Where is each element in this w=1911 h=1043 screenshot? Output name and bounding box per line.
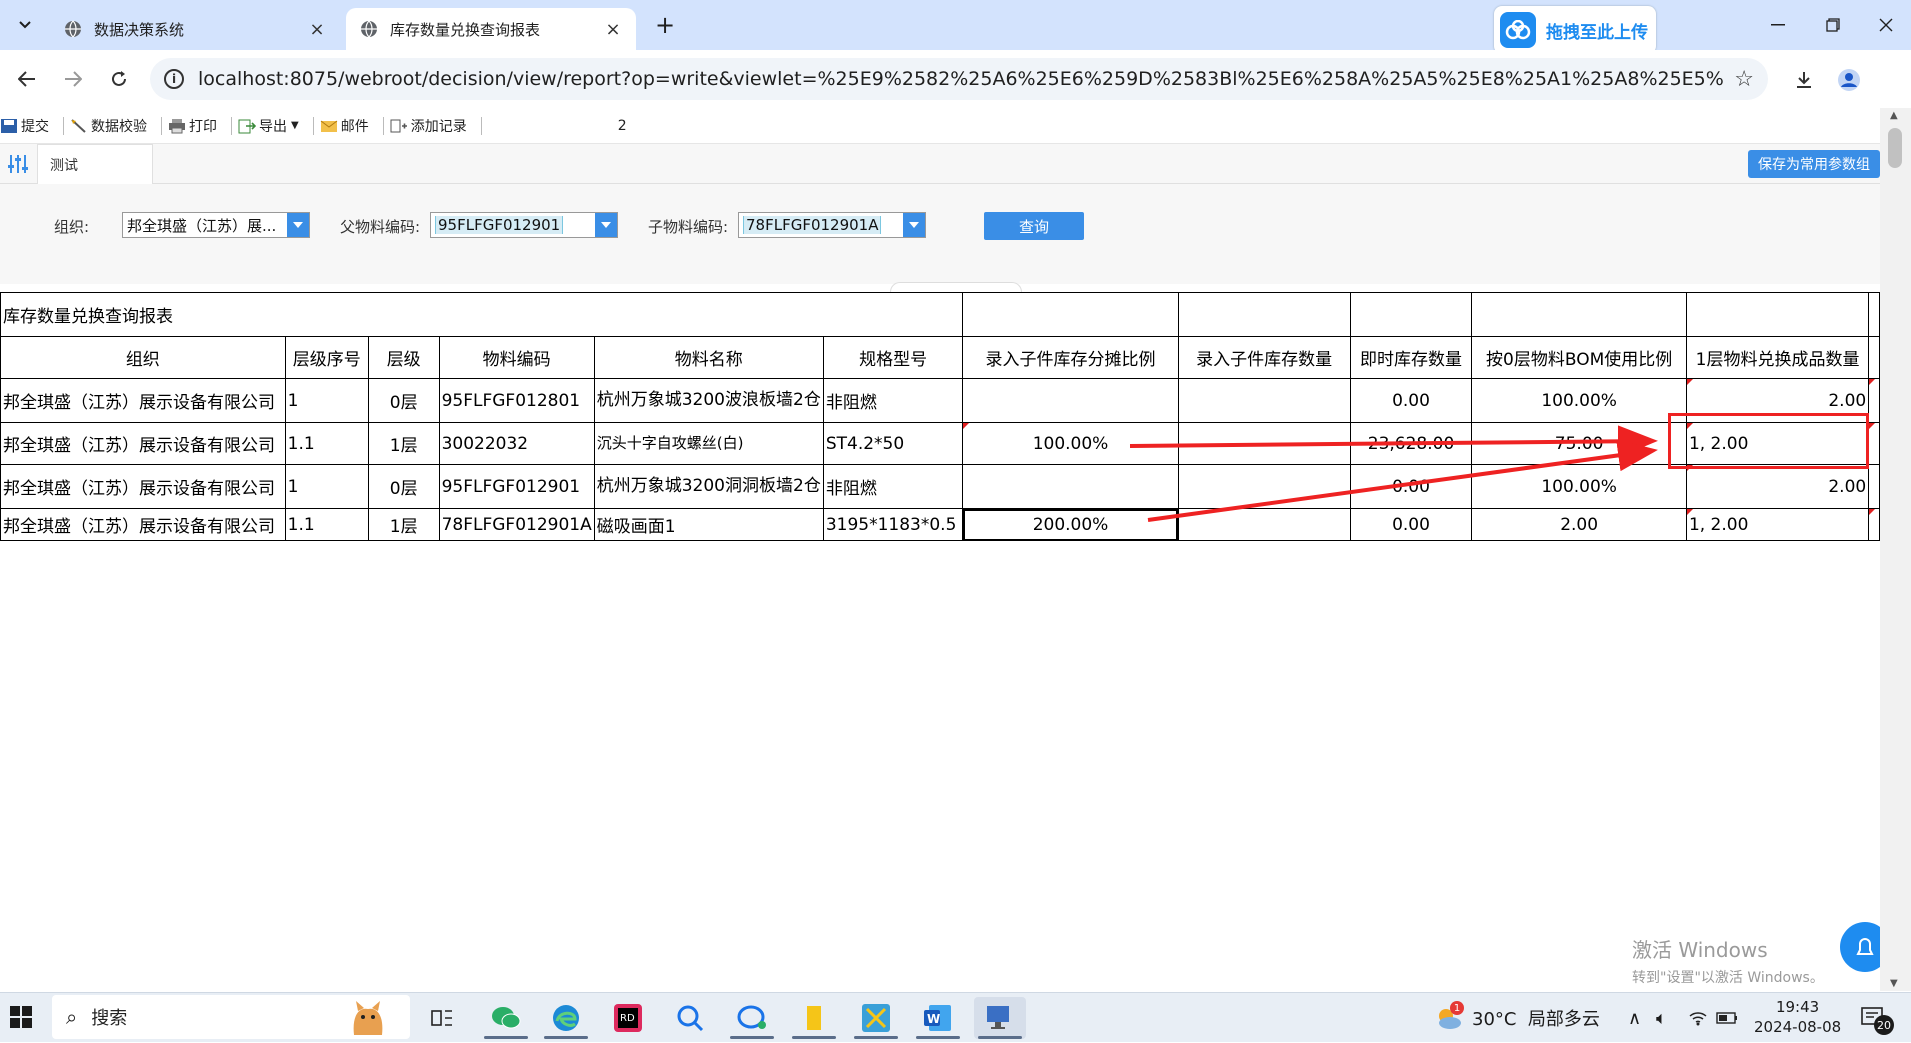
- clock-date: 2024-08-08: [1754, 1018, 1842, 1036]
- chat-bubble-icon: [737, 1005, 766, 1029]
- battery-icon: [1716, 1012, 1737, 1024]
- volume-button[interactable]: 🔈︎: [1656, 993, 1667, 1043]
- scroll-up-icon[interactable]: ▲: [1890, 110, 1898, 121]
- annotation-arrow: [1129, 425, 1658, 458]
- weather-widget[interactable]: 1 30°C 局部多云: [1434, 993, 1600, 1043]
- app-running-indicator: [916, 1036, 960, 1039]
- annotation-highlight-box: [1668, 413, 1869, 469]
- svg-text:W: W: [927, 1012, 940, 1026]
- search-placeholder: 搜索: [91, 1008, 128, 1029]
- cat-illustration-icon: [353, 1001, 383, 1035]
- file-explorer-app[interactable]: [788, 997, 840, 1039]
- annotation-arrow: [1147, 439, 1658, 522]
- tools-icon: [862, 1004, 890, 1032]
- app-running-indicator: [978, 1036, 1022, 1039]
- search-app[interactable]: [664, 997, 716, 1039]
- watermark-line2: 转到"设置"以激活 Windows。: [1632, 970, 1824, 986]
- task-view-icon: [431, 1010, 452, 1026]
- remote-desktop-app[interactable]: [974, 997, 1026, 1039]
- magnifier-icon: [677, 1005, 704, 1032]
- tools-app[interactable]: [850, 997, 902, 1039]
- chat-app[interactable]: [726, 997, 778, 1039]
- rider-icon: RD: [614, 1004, 642, 1032]
- tray-overflow-button[interactable]: ∧: [1628, 993, 1641, 1043]
- notification-center-button[interactable]: 20: [1860, 993, 1894, 1043]
- wechat-icon: [492, 1007, 521, 1029]
- word-icon: W: [924, 1005, 951, 1031]
- chevron-up-icon: ∧: [1628, 1007, 1642, 1029]
- app-running-indicator: [730, 1036, 774, 1039]
- windows-start-icon[interactable]: [10, 1006, 32, 1028]
- windows-taskbar: ⌕ 搜索 RD W 1 30°C 局部多云 ∧ 🔈︎ 19:43 2024-08…: [0, 992, 1911, 1042]
- edge-icon: [553, 1005, 579, 1031]
- annotation-arrows: [1129, 425, 1658, 522]
- weather-text: 30°C 局部多云: [1472, 1009, 1600, 1030]
- wechat-app[interactable]: [480, 997, 532, 1039]
- word-app[interactable]: W: [912, 997, 964, 1039]
- windows-activation-watermark: 激活 Windows 转到"设置"以激活 Windows。: [1632, 934, 1824, 987]
- task-view-button[interactable]: [416, 997, 468, 1039]
- taskbar-clock[interactable]: 19:43 2024-08-08: [1754, 997, 1841, 1037]
- app-running-indicator: [792, 1036, 836, 1039]
- battery-button[interactable]: [1716, 993, 1738, 1043]
- network-button[interactable]: [1688, 993, 1708, 1043]
- search-icon: ⌕: [66, 1005, 78, 1029]
- volume-muted-icon: 🔈︎: [1656, 1007, 1667, 1029]
- weather-badge: 1: [1450, 1001, 1464, 1015]
- app-running-indicator: [854, 1036, 898, 1039]
- notification-count: 20: [1874, 1015, 1894, 1035]
- vertical-scrollbar[interactable]: ▲ ▼: [1880, 108, 1911, 991]
- remote-desktop-icon: [987, 1006, 1009, 1029]
- watermark-line1: 激活 Windows: [1632, 938, 1768, 962]
- clock-time: 19:43: [1775, 998, 1820, 1016]
- scroll-down-icon[interactable]: ▼: [1890, 978, 1898, 989]
- folder-icon: [807, 1006, 821, 1030]
- app-running-indicator: [544, 1036, 588, 1039]
- wifi-icon: [1689, 1012, 1707, 1026]
- rider-app[interactable]: RD: [602, 997, 654, 1039]
- edge-app[interactable]: [540, 997, 592, 1039]
- taskbar-search[interactable]: ⌕ 搜索: [52, 995, 410, 1039]
- app-running-indicator: [484, 1036, 528, 1039]
- scroll-thumb[interactable]: [1888, 128, 1902, 168]
- svg-text:RD: RD: [620, 1013, 635, 1024]
